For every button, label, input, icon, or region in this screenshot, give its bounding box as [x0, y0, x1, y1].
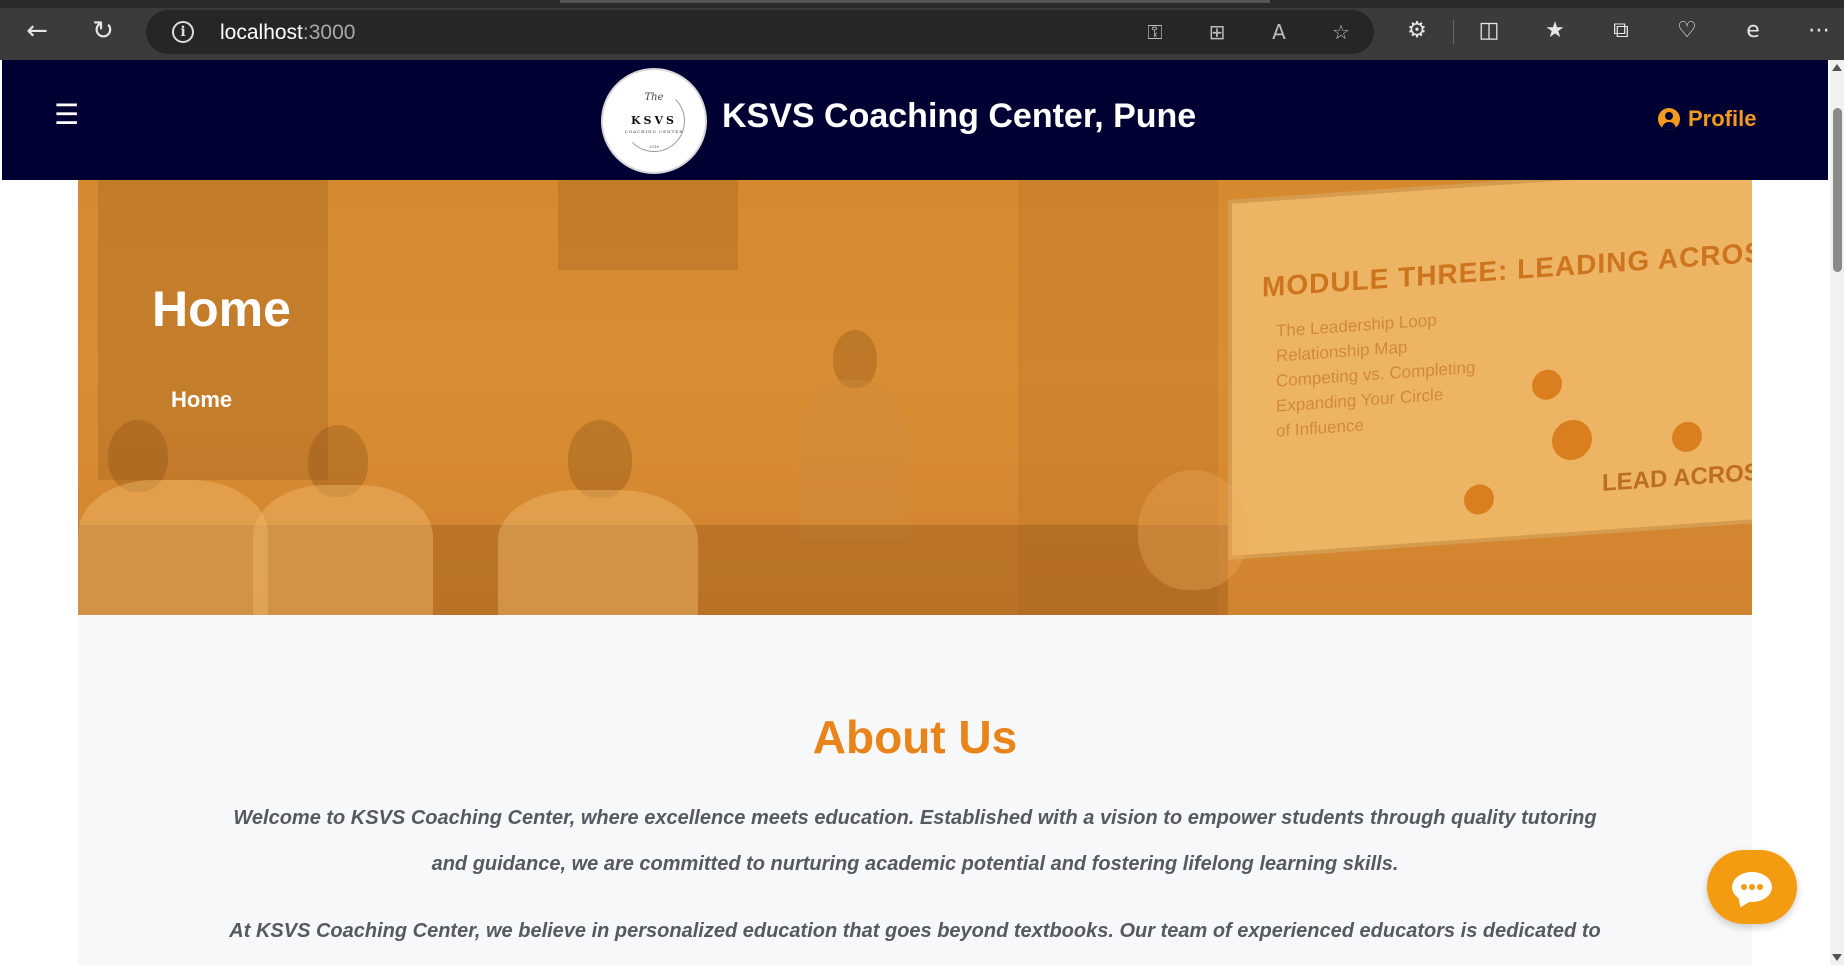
favorites-icon[interactable]: ★ [1540, 16, 1570, 46]
favorite-star-icon[interactable]: ☆ [1328, 19, 1354, 45]
user-circle-icon [1658, 108, 1680, 130]
profile-link[interactable]: Profile [1658, 106, 1756, 132]
logo-line-1: The [644, 92, 664, 103]
about-paragraph-1: Welcome to KSVS Coaching Center, where e… [233, 807, 1597, 875]
logo-line-2: KSVS [631, 114, 677, 127]
chat-bubble-icon [1732, 872, 1772, 902]
site-header: ☰ The KSVS COACHING CENTER · 2016 · KSVS… [2, 60, 1828, 180]
chat-dots [1741, 884, 1763, 890]
page-scrollbar[interactable] [1830, 60, 1844, 965]
page-title: Home [152, 281, 291, 337]
app-available-icon[interactable]: ⊞ [1204, 19, 1230, 45]
ie-mode-icon[interactable]: e [1738, 16, 1768, 46]
url-host: localhost [220, 21, 303, 44]
chat-button[interactable] [1707, 850, 1797, 924]
page-viewport: ☰ The KSVS COACHING CENTER · 2016 · KSVS… [0, 60, 1844, 965]
hero-orange-overlay [78, 180, 1752, 615]
about-title: About Us [812, 711, 1018, 763]
url-text[interactable]: localhost:3000 [220, 21, 355, 45]
scroll-down-icon[interactable] [1832, 954, 1842, 961]
more-icon[interactable]: ⋯ [1804, 16, 1834, 46]
breadcrumb-home[interactable]: Home [171, 387, 232, 413]
back-icon[interactable]: ← [20, 14, 54, 48]
scrollbar-thumb[interactable] [1833, 108, 1842, 272]
hero-banner: MODULE THREE: LEADING ACROSS The Leaders… [78, 180, 1752, 615]
hamburger-menu-icon[interactable]: ☰ [54, 101, 80, 129]
browser-essentials-icon[interactable]: ♡ [1672, 16, 1702, 46]
url-port: :3000 [302, 21, 356, 44]
read-aloud-icon[interactable]: A [1266, 19, 1292, 45]
scroll-up-icon[interactable] [1832, 64, 1842, 71]
logo-line-4: · 2016 · [646, 144, 662, 149]
profile-label: Profile [1688, 106, 1757, 131]
active-tab-indicator [560, 0, 1270, 3]
extensions-icon[interactable]: ⚙ [1402, 16, 1432, 46]
collections-icon[interactable]: ⧉ [1606, 16, 1636, 46]
browser-toolbar: ← ↻ i localhost:3000 ⚿ ⊞ A ☆ ⚙ ◫ ★ ⧉ ♡ e… [0, 0, 1844, 60]
refresh-icon[interactable]: ↻ [86, 14, 120, 48]
address-bar[interactable]: i localhost:3000 ⚿ ⊞ A ☆ [146, 10, 1374, 54]
about-section: About Us Welcome to KSVS Coaching Center… [78, 615, 1752, 965]
toolbar-divider [1453, 20, 1454, 44]
key-icon[interactable]: ⚿ [1142, 19, 1168, 45]
site-title: KSVS Coaching Center, Pune [722, 97, 1197, 135]
split-screen-icon[interactable]: ◫ [1474, 16, 1504, 46]
site-logo[interactable]: The KSVS COACHING CENTER · 2016 · [601, 68, 707, 174]
info-icon[interactable]: i [172, 21, 194, 43]
about-paragraph-2: At KSVS Coaching Center, we believe in p… [229, 920, 1601, 942]
logo-line-3: COACHING CENTER [624, 129, 684, 134]
